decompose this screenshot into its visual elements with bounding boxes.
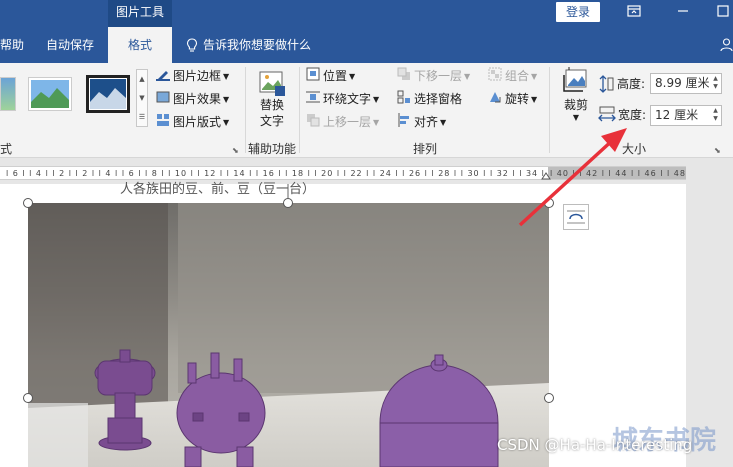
bring-forward-button[interactable]: 上移一层 ▼ [306,112,379,132]
resize-handle-top-center[interactable] [283,198,293,208]
crop-icon [561,66,591,97]
annotation-arrow [515,120,635,230]
align-button[interactable]: 对齐 ▼ [397,112,446,132]
rotation-handle-icon[interactable] [283,184,293,198]
picture-style-thumb-3[interactable] [86,75,130,113]
height-spinner[interactable]: ▲ ▼ [711,75,720,92]
picture-style-thumb-1[interactable] [0,77,16,111]
selected-picture[interactable] [28,203,549,467]
lightbulb-icon [186,38,198,56]
position-button[interactable]: 位置 ▼ [306,66,355,86]
height-field[interactable]: 8.99 厘米 ▲ ▼ [650,73,722,94]
picture-border-button[interactable]: 图片边框 ▼ [156,66,229,86]
position-icon [306,67,320,87]
bring-forward-icon [306,113,320,133]
arrange-group-label: 排列 [413,142,438,156]
picture-effects-icon [156,90,170,110]
picture-border-icon [156,67,170,87]
group-separator [299,67,300,153]
send-backward-button[interactable]: 下移一层 ▼ [397,66,470,86]
group-separator [245,67,246,153]
wrap-text-icon [306,90,320,110]
gallery-scroll[interactable]: ▲ ▼ ☰ [136,69,148,127]
group-objects-icon [488,67,502,87]
alt-text-icon [258,69,286,97]
wrap-text-button[interactable]: 环绕文字 ▼ [306,89,379,109]
group-objects-button[interactable]: 组合 ▼ [488,66,537,86]
picture-style-thumb-2[interactable] [28,77,72,111]
minimize-icon[interactable] [676,4,690,18]
picture-layout-button[interactable]: 图片版式 ▼ [156,112,229,132]
tab-format[interactable]: 格式 [108,27,172,63]
height-label: 高度: [617,77,646,91]
rotate-button[interactable]: 旋转 ▼ [488,89,537,109]
send-backward-icon [397,67,411,87]
dialog-launcher-icon[interactable]: ⬊ [232,146,239,155]
login-button[interactable]: 登录 [556,2,600,22]
tell-me-search[interactable]: 告诉我你想要做什么 [203,27,323,63]
resize-handle-middle-right[interactable] [544,393,554,403]
width-spinner[interactable]: ▲ ▼ [711,107,720,124]
height-icon [598,75,614,96]
accessibility-group-label: 辅助功能 [248,142,297,156]
maximize-icon[interactable] [716,4,730,18]
ribbon-display-options-icon[interactable] [627,4,641,18]
tab-autosave[interactable]: 自动保存 [46,27,102,63]
rotate-icon [488,90,502,110]
align-icon [397,112,411,133]
share-icon[interactable] [720,38,733,55]
resize-handle-middle-left[interactable] [23,393,33,403]
size-dialog-launcher-icon[interactable]: ⬊ [714,146,721,155]
ribbon-tab-bar: 帮助 自动保存 格式 告诉我你想要做什么 [0,27,733,63]
alt-text-button[interactable]: 替换 文字 [252,67,292,137]
selection-pane-icon [397,90,411,110]
selection-pane-button[interactable]: 选择窗格 [397,89,462,109]
csdn-watermark: CSDN @Ha-Ha-Interesting [497,436,693,454]
picture-styles-group-label: 式 [0,142,13,156]
tab-help[interactable]: 帮助 [0,27,26,63]
picture-tools-context-title: 图片工具 [108,0,172,27]
picture-effects-button[interactable]: 图片效果 ▼ [156,89,229,109]
resize-handle-top-left[interactable] [23,198,33,208]
picture-style-gallery[interactable]: ▲ ▼ ☰ [0,69,150,127]
width-field[interactable]: 12 厘米 ▲ ▼ [650,105,722,126]
title-bar: 图片工具 登录 [0,0,733,27]
picture-layout-icon [156,113,170,133]
